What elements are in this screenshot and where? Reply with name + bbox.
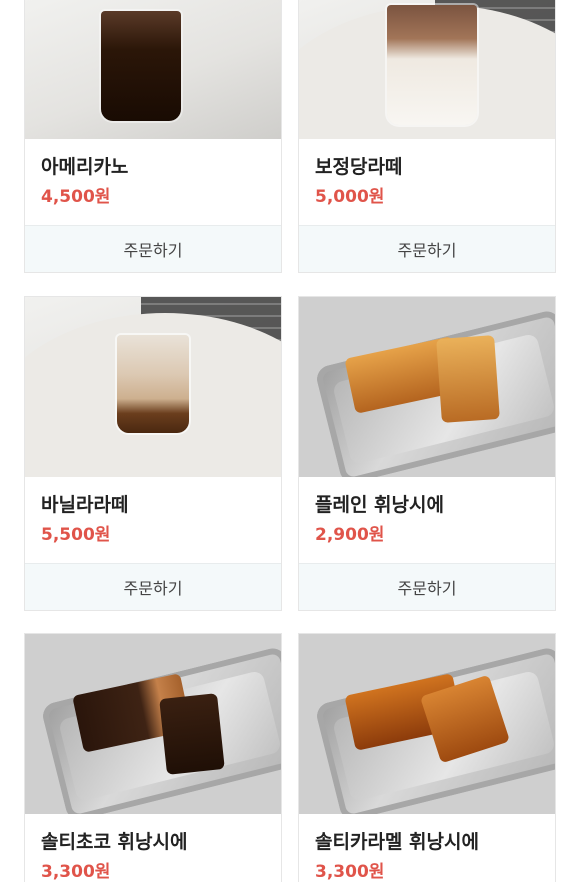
product-info: 솔티카라멜 휘낭시에 3,300원: [299, 814, 555, 882]
product-price: 3,300원: [315, 862, 385, 882]
product-photo-salty-chocolate-financier[interactable]: [25, 634, 281, 814]
order-button[interactable]: 주문하기: [299, 225, 555, 272]
product-name: 솔티초코 휘낭시에: [41, 831, 188, 853]
product-info: 바닐라라떼 5,500원: [25, 477, 281, 563]
product-card[interactable]: 바닐라라떼 5,500원 주문하기: [24, 296, 282, 611]
order-button[interactable]: 주문하기: [25, 225, 281, 272]
product-name: 솔티카라멜 휘낭시에: [315, 831, 479, 853]
product-card[interactable]: 아메리카노 4,500원 주문하기: [24, 0, 282, 273]
product-card[interactable]: 솔티카라멜 휘낭시에 3,300원: [298, 633, 556, 882]
product-price: 5,500원: [41, 525, 111, 545]
product-photo-latte[interactable]: [299, 0, 555, 139]
product-card[interactable]: 솔티초코 휘낭시에 3,300원: [24, 633, 282, 882]
product-photo-vanilla-latte[interactable]: [25, 297, 281, 477]
product-info: 플레인 휘낭시에 2,900원: [299, 477, 555, 563]
latte-glass-image: [387, 5, 477, 125]
vanilla-latte-glass-image: [117, 335, 189, 433]
product-card[interactable]: 보정당라떼 5,000원 주문하기: [298, 0, 556, 273]
product-photo-plain-financier[interactable]: [299, 297, 555, 477]
product-photo-americano[interactable]: [25, 0, 281, 139]
product-info: 솔티초코 휘낭시에 3,300원: [25, 814, 281, 882]
product-info: 아메리카노 4,500원: [25, 139, 281, 225]
americano-glass-image: [101, 11, 181, 121]
financier-image: [436, 335, 500, 423]
product-name: 아메리카노: [41, 156, 129, 178]
order-button[interactable]: 주문하기: [25, 563, 281, 610]
product-name: 플레인 휘낭시에: [315, 494, 444, 516]
product-price: 3,300원: [41, 862, 111, 882]
product-name: 바닐라라떼: [41, 494, 129, 516]
product-info: 보정당라떼 5,000원: [299, 139, 555, 225]
product-name: 보정당라떼: [315, 156, 403, 178]
product-price: 4,500원: [41, 187, 111, 207]
product-price: 2,900원: [315, 525, 385, 545]
financier-image: [159, 693, 225, 775]
product-card[interactable]: 플레인 휘낭시에 2,900원 주문하기: [298, 296, 556, 611]
order-button[interactable]: 주문하기: [299, 563, 555, 610]
product-price: 5,000원: [315, 187, 385, 207]
product-photo-salty-caramel-financier[interactable]: [299, 634, 555, 814]
